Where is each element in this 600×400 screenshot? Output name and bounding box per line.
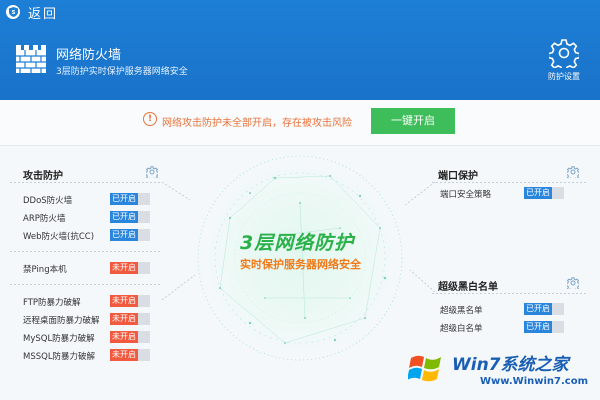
no-ping-label: 禁Ping本机 [23,265,67,275]
attack-protection-divider [10,182,162,183]
attack-protection-settings-icon[interactable] [146,166,158,178]
gear-icon [549,39,579,68]
blacklist-divider [432,293,587,294]
header-bar: S 返回 网络防火墙 3层防护实时保护服务器网络安全 防护设置 [0,0,600,100]
web-firewall-label: Web防火墙(抗CC) [23,232,95,242]
ddos-firewall-label: DDoS防火墙 [23,196,73,206]
firewall-icon [15,44,47,74]
super-whitelist-label: 超级白名单 [440,324,483,334]
ftp-brute-force-toggle[interactable]: 未开启 [110,295,150,307]
no-ping-toggle[interactable]: 未开启 [110,262,150,274]
back-button[interactable]: 返回 [28,3,58,22]
mssql-brute-force-label: MSSQL防暴力破解 [23,352,96,362]
protection-settings-button[interactable]: 防护设置 [540,38,588,88]
arp-firewall-toggle[interactable]: 已开启 [110,211,150,223]
toggle-state: 未开启 [110,295,138,307]
warning-text: 网络攻击防护未全部开启，存在被攻击风险 [162,118,352,129]
svg-text:S: S [11,10,15,16]
toggle-state: 已开启 [110,229,138,241]
rdp-brute-force-toggle[interactable]: 未开启 [110,313,150,325]
center-title: 3层网络防护 [240,232,355,254]
toggle-state: 已开启 [524,321,552,333]
ftp-brute-force-label: FTP防暴力破解 [23,298,81,308]
port-protection-settings-icon[interactable] [567,166,579,178]
shield-logo-icon: S [6,5,20,19]
toggle-state: 已开启 [110,193,138,205]
group-divider [10,251,162,252]
group-divider [10,284,162,285]
toggle-state: 已开启 [110,211,138,223]
toggle-state: 未开启 [110,349,138,361]
page-subtitle: 3层防护实时保护服务器网络安全 [56,67,188,77]
toggle-state: 未开启 [110,262,138,274]
mssql-brute-force-toggle[interactable]: 未开启 [110,349,150,361]
settings-label: 防护设置 [548,72,580,81]
super-blacklist-toggle[interactable]: 已开启 [524,303,564,315]
watermark-url: Www.Winwin7.com [480,376,589,387]
super-whitelist-toggle[interactable]: 已开启 [524,321,564,333]
port-protection-title: 端口保护 [438,171,478,182]
arp-firewall-label: ARP防火墙 [23,214,66,224]
rdp-brute-force-label: 远程桌面防暴力破解 [23,316,100,326]
center-subtitle: 实时保护服务器网络安全 [240,258,361,271]
port-security-policy-toggle[interactable]: 已开启 [524,187,564,199]
attack-protection-title: 攻击防护 [23,171,63,182]
windows-logo-icon [408,355,441,382]
port-protection-divider [432,182,587,183]
super-blacklist-label: 超级黑名单 [440,306,483,316]
toggle-state: 未开启 [110,331,138,343]
port-security-policy-label: 端口安全策略 [440,190,492,200]
mysql-brute-force-toggle[interactable]: 未开启 [110,331,150,343]
page-title: 网络防火墙 [56,48,122,63]
watermark-brand: Win7系统之家 [452,355,569,375]
blacklist-settings-icon[interactable] [567,277,579,289]
toggle-state: 已开启 [524,303,552,315]
warning-icon: ! [143,112,157,126]
enable-all-button[interactable]: 一键开启 [371,108,455,134]
web-firewall-toggle[interactable]: 已开启 [110,229,150,241]
toggle-state: 未开启 [110,313,138,325]
ddos-firewall-toggle[interactable]: 已开启 [110,193,150,205]
toggle-state: 已开启 [524,187,552,199]
blacklist-title: 超级黑白名单 [438,282,498,293]
mysql-brute-force-label: MySQL防暴力破解 [23,334,95,344]
